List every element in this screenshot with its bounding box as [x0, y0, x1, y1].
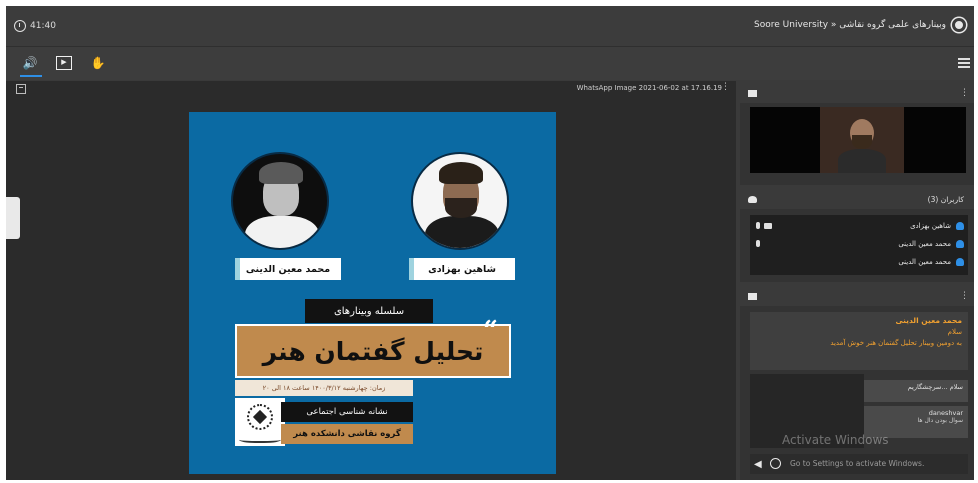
speaker-photo-left [231, 152, 329, 250]
active-indicator [20, 75, 42, 77]
camera-icon [748, 90, 757, 97]
top-bar: 41:40 Soore University » وبینارهای علمی … [6, 6, 974, 46]
presentation-area: WhatsApp Image 2021-06-02 at 17.16.19 ⋮ … [6, 81, 736, 480]
toolbar: 🔊 ▶ ✋ [6, 46, 974, 80]
emoji-icon[interactable] [770, 458, 781, 469]
webcam-feed [750, 107, 966, 173]
chat-icon [748, 293, 757, 300]
more-options-icon[interactable]: ⋮ [721, 82, 730, 92]
chat-bubble: سلام ...سرچشگاریم [864, 380, 968, 402]
user-icon [956, 258, 964, 266]
users-title: کاربران (3) [927, 195, 964, 204]
minimize-icon[interactable] [16, 84, 26, 94]
file-name: WhatsApp Image 2021-06-02 at 17.16.19 [576, 84, 722, 92]
user-icon [956, 240, 964, 248]
series-label: سلسله وبینارهای [305, 299, 433, 323]
speaker-name-right: شاهین بهزادی [409, 258, 515, 280]
send-icon[interactable]: ◀ [754, 459, 762, 470]
chat-options-icon[interactable]: ⋮ [960, 291, 969, 301]
chat-input[interactable]: ◀ Go to Settings to activate Windows. [750, 454, 968, 474]
chat-line: سلام [947, 328, 962, 336]
chat-placeholder: Go to Settings to activate Windows. [790, 459, 925, 468]
users-list: شاهین بهزادی محمد معین الدینی محمد معین … [750, 215, 968, 275]
user-row[interactable]: محمد معین الدینی [898, 255, 964, 269]
raise-hand-icon[interactable]: ✋ [90, 56, 106, 70]
webinar-poster: محمد معین الدینی شاهین بهزادی سلسله وبین… [189, 112, 556, 474]
video-options-icon[interactable]: ⋮ [960, 88, 969, 98]
chat-line: به دومین وبینار تحلیل گفتمان هنر خوش آمد… [830, 339, 962, 347]
clock-icon [14, 20, 26, 32]
session-timer: 41:40 [14, 20, 56, 32]
screen-share-icon[interactable]: ▶ [56, 56, 72, 70]
microphone-icon [756, 240, 760, 247]
timer-text: 41:40 [30, 21, 56, 31]
users-panel: کاربران (3) شاهین بهزادی محمد معین الدین… [740, 191, 974, 282]
event-date: زمان: چهارشنبه ۱۴۰۰/۳/۱۲ ساعت ۱۸ الی ۲۰ [235, 380, 413, 396]
activation-watermark: Activate Windows [782, 433, 889, 447]
chat-panel-header: ⋮ [740, 288, 974, 306]
users-icon [748, 196, 757, 203]
presentation-header: WhatsApp Image 2021-06-02 at 17.16.19 ⋮ [6, 81, 736, 97]
webinar-app: 41:40 Soore University » وبینارهای علمی … [6, 6, 974, 480]
side-panel-handle[interactable] [6, 197, 20, 239]
video-panel-header: ⋮ [740, 85, 974, 103]
poster-title: تحلیل گفتمان هنر [235, 324, 511, 378]
speaker-name-left: محمد معین الدینی [235, 258, 341, 280]
hamburger-icon[interactable] [958, 58, 970, 68]
session-title-text: Soore University » وبینارهای علمی گروه ن… [754, 20, 946, 30]
microphone-icon [756, 222, 760, 229]
session-title: Soore University » وبینارهای علمی گروه ن… [754, 18, 966, 32]
video-panel: ⋮ [740, 85, 974, 185]
chat-sender: محمد معین الدینی [895, 316, 962, 325]
speaker-photo-right [411, 152, 509, 250]
university-logo-icon [952, 18, 966, 32]
speaker-icon[interactable]: 🔊 [22, 56, 38, 70]
user-row[interactable]: شاهین بهزادی [910, 219, 964, 233]
department-label: نشانه شناسی اجتماعی [281, 402, 413, 422]
users-panel-header: کاربران (3) [740, 191, 974, 209]
chat-message: محمد معین الدینی سلام به دومین وبینار تح… [750, 312, 968, 370]
user-icon [956, 222, 964, 230]
chat-panel: ⋮ محمد معین الدینی سلام به دومین وبینار … [740, 288, 974, 480]
user-row[interactable]: محمد معین الدینی [898, 237, 964, 251]
quote-mark: “ [483, 316, 498, 346]
university-seal [235, 398, 285, 446]
camera-on-icon [764, 223, 772, 229]
group-label: گروه نقاشی دانشکده هنر [281, 424, 413, 444]
